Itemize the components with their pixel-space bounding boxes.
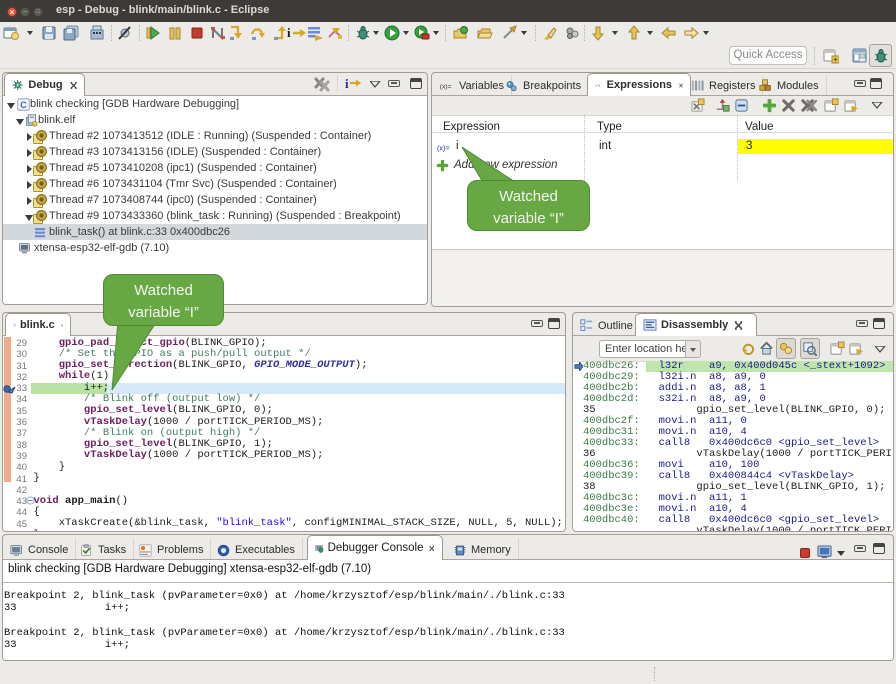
svg-text:(x)=: (x)= — [440, 83, 452, 90]
svg-text:(x)=: (x)= — [437, 143, 450, 152]
svg-text:C: C — [20, 100, 27, 110]
svg-text:x⁺y: x⁺y — [595, 83, 601, 87]
